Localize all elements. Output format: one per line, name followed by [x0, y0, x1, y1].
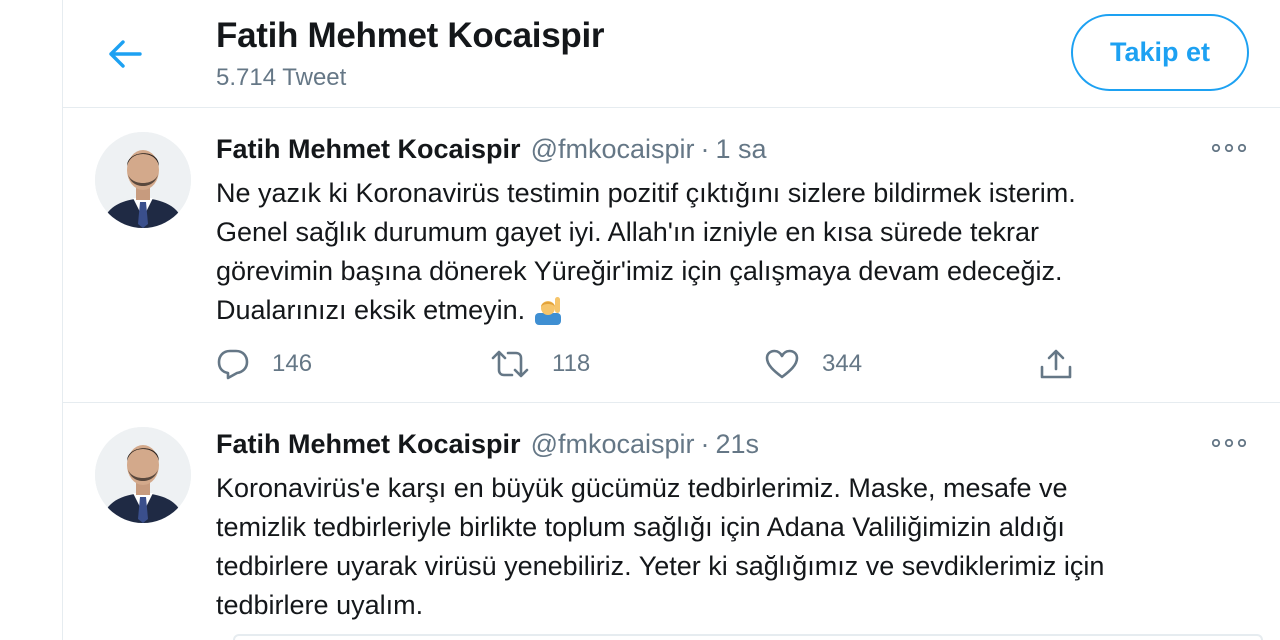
reply-icon — [217, 349, 249, 380]
author-name[interactable]: Fatih Mehmet Kocaispir — [216, 429, 521, 459]
tweet-line: Ne yazık ki Koronavirüs testimin pozitif… — [216, 178, 1076, 208]
share-button[interactable] — [1038, 344, 1074, 384]
follow-button[interactable]: Takip et — [1071, 14, 1249, 91]
tweet-time[interactable]: 1 sa — [716, 134, 767, 164]
avatar-photo — [95, 132, 191, 228]
tweet-text: Ne yazık ki Koronavirüs testimin pozitif… — [216, 174, 1226, 330]
arrow-left-icon — [109, 40, 142, 68]
raising-hand-emoji — [535, 297, 562, 325]
more-dots-icon — [1212, 144, 1246, 152]
tweet-actions: 146 118 344 — [216, 344, 1116, 384]
avatar-photo — [95, 427, 191, 523]
tweet[interactable]: Fatih Mehmet Kocaispir @fmkocaispir · 21s K… — [63, 403, 1280, 640]
next-card-edge — [233, 634, 1263, 640]
reply-button[interactable]: 146 — [216, 344, 312, 384]
separator: · — [700, 429, 710, 459]
tweet-time[interactable]: 21s — [716, 429, 760, 459]
avatar[interactable] — [95, 132, 191, 228]
author-name[interactable]: Fatih Mehmet Kocaispir — [216, 134, 521, 164]
separator: · — [700, 134, 710, 164]
tweet-line: Genel sağlık durumum gayet iyi. Allah'ın… — [216, 217, 1040, 247]
profile-name: Fatih Mehmet Kocaispir — [216, 16, 605, 55]
more-button[interactable] — [1209, 431, 1249, 455]
tweet-header: Fatih Mehmet Kocaispir @fmkocaispir · 21s — [216, 429, 759, 460]
tweet[interactable]: Fatih Mehmet Kocaispir @fmkocaispir · 1 sa … — [63, 108, 1280, 403]
tweet-line-with-emoji: Dualarınızı eksik etmeyin. — [216, 291, 1226, 330]
like-button[interactable]: 344 — [764, 344, 862, 384]
avatar[interactable] — [95, 427, 191, 523]
tweet-line: Dualarınızı eksik etmeyin. — [216, 295, 526, 325]
tweet-line: tedbirlere uyalım. — [216, 590, 424, 620]
author-handle[interactable]: @fmkocaispir — [531, 134, 695, 164]
timeline-column: Fatih Mehmet Kocaispir 5.714 Tweet Takip… — [62, 0, 1280, 640]
retweet-icon — [491, 350, 529, 378]
retweet-button[interactable]: 118 — [490, 344, 590, 384]
tweet-count: 5.714 Tweet — [216, 64, 347, 91]
more-button[interactable] — [1209, 136, 1249, 160]
author-handle[interactable]: @fmkocaispir — [531, 429, 695, 459]
tweet-line: Koronavirüs'e karşı en büyük gücümüz ted… — [216, 473, 1068, 503]
tweet-text: Koronavirüs'e karşı en büyük gücümüz ted… — [216, 469, 1226, 625]
back-button[interactable] — [103, 32, 147, 76]
share-icon — [1040, 349, 1072, 379]
heart-icon — [765, 349, 799, 379]
reply-count: 146 — [272, 350, 313, 377]
tweet-line: görevimin başına dönerek Yüreğir'imiz iç… — [216, 256, 1063, 286]
tweet-line: tedbirlere uyarak virüsü yenebiliriz. Ye… — [216, 551, 1105, 581]
tweet-line: temizlik tedbirleriyle birlikte toplum s… — [216, 512, 1065, 542]
like-count: 344 — [822, 350, 863, 377]
tweet-header: Fatih Mehmet Kocaispir @fmkocaispir · 1 sa — [216, 134, 767, 165]
more-dots-icon — [1212, 439, 1246, 447]
retweet-count: 118 — [552, 350, 591, 377]
profile-header: Fatih Mehmet Kocaispir 5.714 Tweet Takip… — [63, 0, 1280, 108]
